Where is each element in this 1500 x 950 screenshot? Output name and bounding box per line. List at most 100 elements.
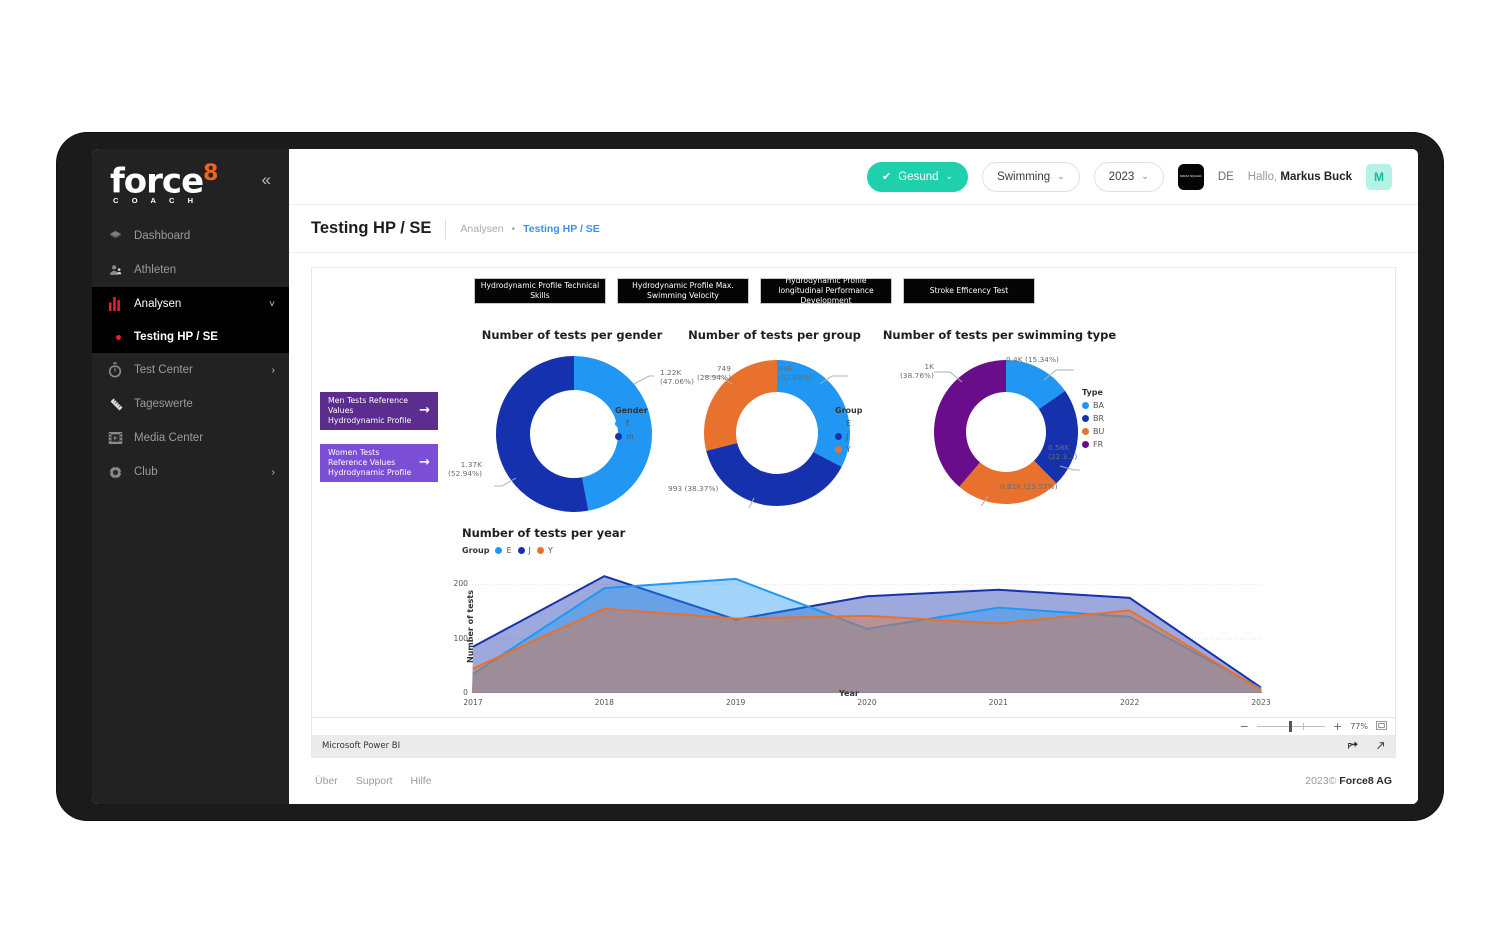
report-tab-row: Hydrodynamic Profile Technical Skills Hy… [474,276,1035,305]
chart-title-swimming-type: Number of tests per swimming type [882,328,1117,342]
legend-item[interactable]: BU [1082,427,1104,436]
report-tab-stroke-efficency[interactable]: Stroke Efficency Test [903,278,1035,304]
legend-group: Group E J Y [835,406,862,458]
footer-link-support[interactable]: Support [356,775,393,787]
zoom-slider-tick [1303,723,1304,730]
legend-label: J [528,546,531,555]
zoom-slider[interactable] [1257,721,1325,732]
value-label: 1K [924,362,934,371]
report-tab-technical-skills[interactable]: Hydrodynamic Profile Technical Skills [474,278,606,304]
legend-item[interactable]: Y [536,546,553,555]
report-tab-max-swimming-velocity[interactable]: Hydrodynamic Profile Max. Swimming Veloc… [617,278,749,304]
report-tab-longitudinal-performance[interactable]: Hydrodynamic Profile longitudinal Perfor… [760,276,892,305]
share-icon[interactable] [1347,739,1359,754]
legend-swimming-type: Type BA BR BU FR [1082,388,1104,453]
legend-item[interactable]: BA [1082,401,1104,410]
sidebar-item-athleten[interactable]: Athleten [92,253,289,287]
fit-to-screen-icon[interactable] [1376,720,1387,733]
footer-copyright: 2023© Force8 AG [1305,775,1392,787]
percent-label: (32.69%) [778,373,812,383]
legend-item[interactable]: J [517,546,531,555]
legend-tests-per-year: Group E J Y [462,546,553,555]
sidebar-item-label: Analysen [134,298,182,310]
sport-dropdown[interactable]: Swimming ⌄ [982,161,1080,192]
link-button-text: Women Tests Reference Values Hydrodynamic… [328,448,419,478]
sidebar-item-label: Dashboard [134,230,191,242]
language-label: DE [1217,170,1234,183]
link-button-line1: Women Tests Reference Values [328,447,396,467]
area-series-Y[interactable] [472,608,1262,693]
data-label-group-j: 993 (38.37%) [668,484,718,493]
page-footer: Über Support Hilfe 2023© Force8 AG [289,758,1418,804]
legend-item[interactable]: FR [1082,440,1104,449]
club-logo-icon[interactable]: SWIM SQUAD [1177,163,1204,190]
brand-block: force8 C O A C H « [92,149,289,219]
expand-icon[interactable] [1373,739,1385,754]
avatar[interactable]: M [1366,163,1392,190]
x-tick-label: 2017 [463,698,483,707]
percent-label: (38.37%) [684,484,719,493]
breadcrumb-root[interactable]: Analysen [460,223,503,235]
zoom-out-button[interactable]: − [1240,720,1249,733]
donut-slice-FR[interactable] [934,360,1006,487]
year-dropdown[interactable]: 2023 ⌄ [1093,161,1164,192]
avatar-initial: M [1374,169,1384,184]
main-content: ✔ Gesund ⌄ Swimming ⌄ 2023 ⌄ SWIM SQUAD … [289,149,1418,804]
legend-item[interactable]: BR [1082,414,1104,423]
percent-label: (15.34%) [1024,355,1059,364]
sidebar-item-analysen[interactable]: Analysen ˅ [92,287,289,321]
health-status-dropdown[interactable]: ✔ Gesund ⌄ [867,161,969,192]
top-bar: ✔ Gesund ⌄ Swimming ⌄ 2023 ⌄ SWIM SQUAD … [289,149,1418,205]
data-label-type-fr: 1K (38.76%) [900,362,934,381]
legend-item[interactable]: E [495,546,512,555]
user-greeting: Hallo, Markus Buck [1248,171,1352,183]
report-zoom-bar: − + 77% [312,717,1395,735]
language-switch[interactable]: DE [1218,171,1234,183]
x-tick-label: 2020 [857,698,877,707]
report-wrapper: Hydrodynamic Profile Technical Skills Hy… [289,253,1418,758]
link-button-line2: Hydrodynamic Profile [328,468,412,478]
sidebar-item-dashboard[interactable]: Dashboard [92,219,289,253]
sidebar-item-tageswerte[interactable]: Tageswerte [92,387,289,421]
legend-label: m [626,432,634,441]
divider [445,218,447,239]
y-tick-label: 100 [453,633,469,643]
zoom-slider-thumb[interactable] [1289,721,1292,732]
user-name: Markus Buck [1280,170,1352,183]
value-label: 749 [716,364,731,373]
breadcrumb-separator: • [511,222,516,235]
sidebar-item-test-center[interactable]: Test Center › [92,353,289,387]
year-label: 2023 [1108,170,1135,183]
percent-label: (38.76%) [900,371,934,381]
chevron-right-icon: › [271,466,275,478]
powerbi-brand-label: Microsoft Power BI [322,741,401,751]
legend-label: J [846,432,849,441]
legend-item[interactable]: f [615,419,648,428]
breadcrumb-current[interactable]: Testing HP / SE [523,223,600,235]
sidebar-item-label: Tageswerte [134,398,193,410]
sidebar-item-testing-hp-se[interactable]: Testing HP / SE [92,321,289,353]
tablet-device-frame: force8 C O A C H « Dashboard Athleten An… [57,133,1443,820]
breadcrumb: Analysen • Testing HP / SE [460,223,599,235]
footer-link-uber[interactable]: Über [315,775,338,787]
legend-item[interactable]: E [835,419,862,428]
powerbi-report-canvas: Hydrodynamic Profile Technical Skills Hy… [311,267,1396,758]
legend-item[interactable]: Y [835,445,862,454]
zoom-in-button[interactable]: + [1333,720,1342,733]
percent-label: (52.94%) [448,469,482,479]
health-status-label: Gesund [898,170,939,183]
link-button-women-reference-values[interactable]: Women Tests Reference Values Hydrodynamic… [320,444,438,482]
chevron-down-icon: ⌄ [945,171,954,181]
sidebar-collapse-icon[interactable]: « [262,171,271,188]
legend-title: Type [1082,388,1103,397]
data-label-group-y: 749 (28.94%) [697,364,731,383]
stopwatch-icon [108,362,134,378]
sidebar-item-media-center[interactable]: Media Center [92,421,289,455]
footer-link-hilfe[interactable]: Hilfe [411,775,432,787]
sidebar-item-club[interactable]: Club › [92,455,289,489]
x-tick-label: 2021 [988,698,1008,707]
chart-title-gender: Number of tests per gender [481,328,663,342]
legend-item[interactable]: J [835,432,862,441]
link-button-men-reference-values[interactable]: Men Tests Reference Values Hydrodynamic P… [320,392,438,430]
legend-item[interactable]: m [615,432,648,441]
